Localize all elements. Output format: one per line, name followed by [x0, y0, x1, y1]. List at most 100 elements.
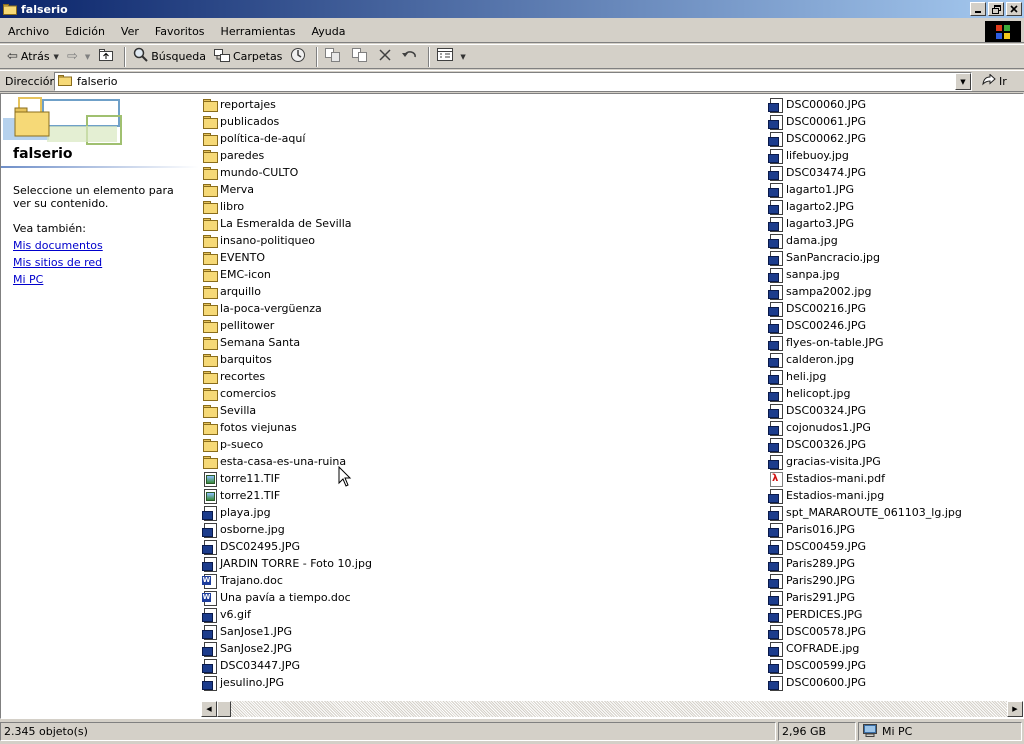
file-item[interactable]: spt_MARAROUTE_061103_lg.jpg: [768, 504, 1018, 521]
file-item[interactable]: cojonudos1.JPG: [768, 419, 1018, 436]
file-item[interactable]: gracias-visita.JPG: [768, 453, 1018, 470]
folders-button[interactable]: Carpetas: [210, 46, 286, 68]
file-item[interactable]: JARDIN TORRE - Foto 10.jpg: [202, 555, 762, 572]
file-item[interactable]: sanpa.jpg: [768, 266, 1018, 283]
menu-herramientas[interactable]: Herramientas: [213, 25, 304, 38]
file-item[interactable]: Semana Santa: [202, 334, 762, 351]
undo-button[interactable]: [398, 46, 425, 68]
address-input[interactable]: falserio ▼: [54, 72, 972, 91]
file-item[interactable]: COFRADE.jpg: [768, 640, 1018, 657]
file-item[interactable]: v6.gif: [202, 606, 762, 623]
file-item[interactable]: torre11.TIF: [202, 470, 762, 487]
file-item[interactable]: DSC00326.JPG: [768, 436, 1018, 453]
file-item[interactable]: Merva: [202, 181, 762, 198]
close-button[interactable]: [1006, 2, 1022, 16]
file-item[interactable]: Estadios-mani.pdf: [768, 470, 1018, 487]
file-item[interactable]: DSC03474.JPG: [768, 164, 1018, 181]
file-item[interactable]: jesulino.JPG: [202, 674, 762, 691]
file-item[interactable]: DSC00324.JPG: [768, 402, 1018, 419]
file-item[interactable]: osborne.jpg: [202, 521, 762, 538]
file-item[interactable]: fotos viejunas: [202, 419, 762, 436]
menu-edicion[interactable]: Edición: [57, 25, 113, 38]
forward-button[interactable]: ⇨ ▼: [63, 46, 94, 68]
file-item[interactable]: Paris291.JPG: [768, 589, 1018, 606]
menu-ver[interactable]: Ver: [113, 25, 147, 38]
scroll-thumb[interactable]: [217, 701, 231, 717]
file-item[interactable]: pellitower: [202, 317, 762, 334]
file-item[interactable]: libro: [202, 198, 762, 215]
file-item[interactable]: DSC00246.JPG: [768, 317, 1018, 334]
link-mis-documentos[interactable]: Mis documentos: [13, 239, 103, 252]
file-item[interactable]: esta-casa-es-una-ruina: [202, 453, 762, 470]
file-item[interactable]: sampa2002.jpg: [768, 283, 1018, 300]
file-item[interactable]: calderon.jpg: [768, 351, 1018, 368]
file-item[interactable]: reportajes: [202, 96, 762, 113]
chevron-down-icon[interactable]: ▼: [85, 53, 90, 61]
file-item[interactable]: política-de-aquí: [202, 130, 762, 147]
file-item[interactable]: DSC00599.JPG: [768, 657, 1018, 674]
file-item[interactable]: la-poca-vergüenza: [202, 300, 762, 317]
file-item[interactable]: Una pavía a tiempo.doc: [202, 589, 762, 606]
file-item[interactable]: DSC00061.JPG: [768, 113, 1018, 130]
file-item[interactable]: dama.jpg: [768, 232, 1018, 249]
file-item[interactable]: lagarto1.JPG: [768, 181, 1018, 198]
file-item[interactable]: DSC00578.JPG: [768, 623, 1018, 640]
copy-to-button[interactable]: [348, 46, 375, 68]
file-item[interactable]: DSC02495.JPG: [202, 538, 762, 555]
file-item[interactable]: paredes: [202, 147, 762, 164]
file-item[interactable]: EVENTO: [202, 249, 762, 266]
file-item[interactable]: insano-politiqueo: [202, 232, 762, 249]
history-button[interactable]: [286, 46, 313, 68]
file-item[interactable]: Estadios-mani.jpg: [768, 487, 1018, 504]
scroll-right-button[interactable]: ▶: [1007, 701, 1023, 717]
file-item[interactable]: SanJose1.JPG: [202, 623, 762, 640]
file-item[interactable]: heli.jpg: [768, 368, 1018, 385]
link-mi-pc[interactable]: Mi PC: [13, 273, 43, 286]
file-item[interactable]: DSC03447.JPG: [202, 657, 762, 674]
file-item[interactable]: DSC00600.JPG: [768, 674, 1018, 691]
go-button[interactable]: Ir: [978, 72, 1011, 91]
minimize-button[interactable]: [970, 2, 986, 16]
delete-button[interactable]: [375, 46, 398, 68]
file-item[interactable]: publicados: [202, 113, 762, 130]
file-item[interactable]: DSC00062.JPG: [768, 130, 1018, 147]
file-item[interactable]: torre21.TIF: [202, 487, 762, 504]
file-item[interactable]: mundo-CULTO: [202, 164, 762, 181]
file-item[interactable]: lagarto2.JPG: [768, 198, 1018, 215]
file-item[interactable]: playa.jpg: [202, 504, 762, 521]
file-item[interactable]: p-sueco: [202, 436, 762, 453]
restore-button[interactable]: [988, 2, 1004, 16]
file-item[interactable]: helicopt.jpg: [768, 385, 1018, 402]
file-item[interactable]: SanPancracio.jpg: [768, 249, 1018, 266]
chevron-down-icon[interactable]: ▼: [54, 53, 59, 61]
file-item[interactable]: Paris016.JPG: [768, 521, 1018, 538]
menu-favoritos[interactable]: Favoritos: [147, 25, 213, 38]
file-item[interactable]: DSC00216.JPG: [768, 300, 1018, 317]
file-item[interactable]: La Esmeralda de Sevilla: [202, 215, 762, 232]
menu-ayuda[interactable]: Ayuda: [303, 25, 353, 38]
link-mis-sitios-de-red[interactable]: Mis sitios de red: [13, 256, 102, 269]
up-folder-button[interactable]: [94, 46, 121, 68]
scroll-left-button[interactable]: ◀: [201, 701, 217, 717]
file-view[interactable]: falserio Seleccione un elemento para ver…: [0, 93, 1024, 719]
file-item[interactable]: Sevilla: [202, 402, 762, 419]
file-item[interactable]: SanJose2.JPG: [202, 640, 762, 657]
address-dropdown-button[interactable]: ▼: [955, 73, 971, 90]
file-item[interactable]: Trajano.doc: [202, 572, 762, 589]
file-item[interactable]: arquillo: [202, 283, 762, 300]
file-item[interactable]: flyes-on-table.JPG: [768, 334, 1018, 351]
file-item[interactable]: DSC00459.JPG: [768, 538, 1018, 555]
views-button[interactable]: ▼: [433, 46, 469, 68]
search-button[interactable]: Búsqueda: [129, 46, 210, 68]
horizontal-scrollbar[interactable]: ◀ ▶: [201, 701, 1023, 717]
file-item[interactable]: recortes: [202, 368, 762, 385]
file-item[interactable]: EMC-icon: [202, 266, 762, 283]
move-to-button[interactable]: [321, 46, 348, 68]
menu-archivo[interactable]: Archivo: [0, 25, 57, 38]
file-item[interactable]: lifebuoy.jpg: [768, 147, 1018, 164]
file-item[interactable]: DSC00060.JPG: [768, 96, 1018, 113]
back-button[interactable]: ⇦ Atrás ▼: [3, 46, 63, 68]
file-item[interactable]: PERDICES.JPG: [768, 606, 1018, 623]
chevron-down-icon[interactable]: ▼: [460, 53, 465, 61]
file-item[interactable]: Paris289.JPG: [768, 555, 1018, 572]
